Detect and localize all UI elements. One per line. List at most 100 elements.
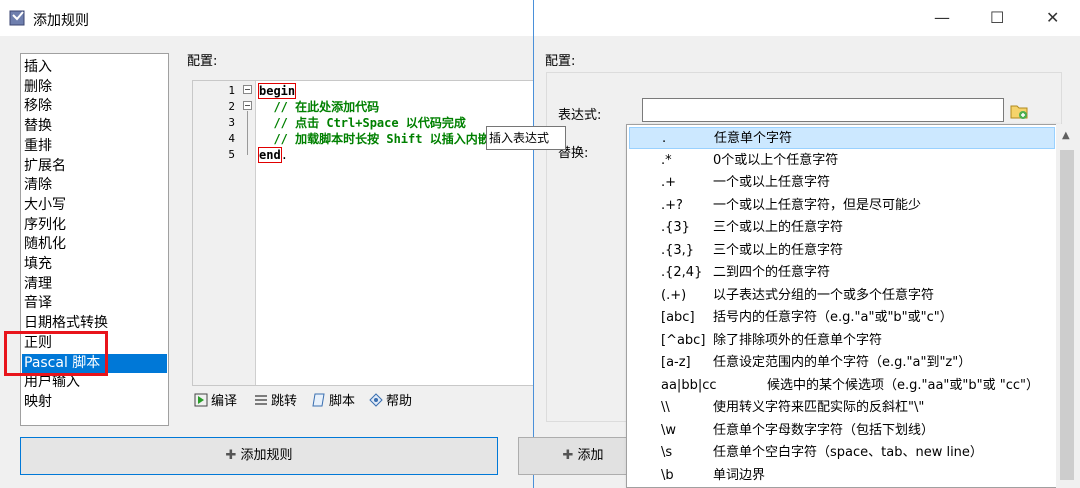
fold-toggle-icon[interactable]: [243, 85, 252, 94]
rule-item[interactable]: 扩展名: [24, 157, 66, 176]
regex-pattern: (.+): [661, 287, 687, 303]
regex-pattern: [abc]: [661, 310, 695, 325]
regex-description: 任意单个空白字符（space、tab、new line）: [713, 445, 983, 460]
line-number: 5: [228, 148, 235, 161]
regex-description: 单词边界: [713, 467, 766, 483]
fold-line: [247, 111, 248, 155]
keyword: end: [258, 147, 282, 163]
scroll-up-icon[interactable]: ▲: [1062, 130, 1070, 141]
regex-menu-item[interactable]: [^abc] 除了排除项外的任意单个字符: [629, 330, 1055, 352]
regex-description: 三个或以上的任意字符: [713, 242, 844, 258]
scrollbar-thumb[interactable]: [1060, 150, 1074, 480]
config-label-right: 配置:: [545, 54, 576, 69]
plus-icon: ✚: [562, 448, 574, 463]
rule-item[interactable]: 序列化: [24, 216, 66, 235]
code-line: begin: [257, 83, 297, 99]
regex-menu-item[interactable]: \w 任意单个字母数字字符（包括下划线）: [629, 420, 1055, 442]
help-button[interactable]: 帮助: [369, 392, 412, 412]
title-bar: 添加规则: [0, 0, 533, 36]
regex-menu-item[interactable]: aa|bb|cc 候选中的某个候选项（e.g."aa"或"b"或 "cc"）: [629, 375, 1055, 397]
line-number: 3: [228, 116, 235, 129]
regex-description: 任意设定范围内的单个字符（e.g."a"到"z"）: [713, 355, 972, 370]
line-number: 1: [228, 84, 235, 97]
regex-description: 0个或以上个任意字符: [713, 152, 839, 168]
rule-item[interactable]: 清除: [24, 176, 52, 195]
line-number: 2: [228, 100, 235, 113]
rule-item[interactable]: 音译: [24, 294, 52, 313]
rule-item[interactable]: 删除: [24, 78, 52, 97]
rule-item[interactable]: 重排: [24, 137, 52, 156]
regex-description: 以子表达式分组的一个或多个任意字符: [713, 287, 935, 303]
rule-item[interactable]: 映射: [24, 393, 52, 412]
regex-description: 括号内的任意字符（e.g."a"或"b"或"c"）: [713, 310, 953, 325]
regex-menu-item[interactable]: \s 任意单个空白字符（space、tab、new line）: [629, 442, 1055, 464]
maximize-icon[interactable]: ☐: [990, 8, 1004, 27]
regex-menu-item[interactable]: .* 0个或以上个任意字符: [629, 150, 1055, 172]
expression-input[interactable]: [642, 98, 1004, 122]
regex-pattern: .: [662, 131, 667, 146]
expression-label: 表达式:: [558, 108, 602, 123]
code-comment: // 点击 Ctrl+Space 以代码完成: [259, 116, 466, 130]
regex-menu-item[interactable]: .+? 一个或以上任意字符，但是尽可能少: [629, 195, 1055, 217]
minimize-icon[interactable]: —: [934, 8, 950, 27]
rule-item[interactable]: 清理: [24, 275, 52, 294]
add-rule-button[interactable]: ✚ 添加规则: [20, 437, 498, 475]
tooltip: 插入表达式: [486, 126, 566, 150]
help-icon: [369, 393, 383, 407]
regex-description: 三个或以上的任意字符: [713, 220, 844, 235]
regex-description: 一个或以上任意字符，但是尽可能少: [713, 197, 922, 213]
regex-pattern: [^abc]: [661, 332, 706, 348]
rule-item[interactable]: 大小写: [24, 196, 66, 215]
regex-menu-item[interactable]: .{3,} 三个或以上的任意字符: [629, 240, 1055, 262]
line-number: 4: [228, 132, 235, 145]
title-bar-right: — ☐ ✕: [534, 0, 1080, 36]
regex-pattern: aa|bb|cc: [661, 377, 717, 393]
code-comment: // 在此处添加代码: [259, 100, 380, 114]
regex-menu-item[interactable]: [a-z] 任意设定范围内的单个字符（e.g."a"到"z"）: [629, 352, 1055, 374]
rule-item[interactable]: 插入: [24, 58, 52, 77]
plus-icon: ✚: [225, 448, 237, 463]
regex-menu-item[interactable]: .+ 一个或以上任意字符: [629, 172, 1055, 194]
config-label: 配置:: [187, 54, 218, 69]
close-icon[interactable]: ✕: [1046, 8, 1059, 27]
regex-menu-item[interactable]: .{3} 三个或以上的任意字符: [629, 217, 1055, 239]
rule-item[interactable]: 填充: [24, 255, 52, 274]
regex-pattern: .{3}: [661, 220, 690, 235]
regex-menu-item[interactable]: .{2,4} 二到四个的任意字符: [629, 262, 1055, 284]
script-menu-button[interactable]: 脚本: [312, 392, 355, 412]
regex-pattern: \\: [661, 400, 670, 415]
code-text: .: [280, 148, 288, 162]
regex-pattern: \b: [661, 467, 674, 483]
goto-button[interactable]: 跳转: [254, 392, 297, 412]
regex-description: 任意单个字符: [714, 131, 793, 146]
keyword: begin: [257, 83, 297, 99]
rule-item[interactable]: 移除: [24, 97, 52, 116]
regex-menu-item[interactable]: \b 单词边界: [629, 465, 1055, 487]
regex-description: 除了排除项外的任意单个字符: [713, 332, 883, 348]
regex-pattern: .{3,}: [661, 242, 695, 258]
code-comment: // 加载脚本时长按 Shift 以插入内嵌: [259, 132, 490, 146]
regex-description: 任意单个字母数字字符（包括下划线）: [713, 422, 935, 438]
fold-toggle-icon[interactable]: [243, 101, 252, 110]
regex-description: 使用转义字符来匹配实际的反斜杠"\": [713, 400, 925, 415]
code-line: // 在此处添加代码: [259, 99, 379, 115]
regex-pattern: [a-z]: [661, 355, 691, 370]
window-title: 添加规则: [33, 13, 89, 29]
highlight-annotation-box: [4, 331, 108, 376]
code-line: end.: [258, 147, 288, 163]
regex-pattern: .{2,4}: [661, 265, 703, 280]
list-icon: [255, 395, 267, 405]
insert-expression-icon[interactable]: [1008, 100, 1030, 122]
regex-menu-item[interactable]: (.+) 以子表达式分组的一个或多个任意字符: [629, 285, 1055, 307]
script-icon: [312, 393, 325, 407]
regex-description: 一个或以上任意字符: [713, 175, 831, 190]
rule-item[interactable]: 替换: [24, 117, 52, 136]
rule-item[interactable]: 用户输入: [24, 373, 80, 392]
regex-menu-item[interactable]: \\ 使用转义字符来匹配实际的反斜杠"\": [629, 397, 1055, 419]
compile-button[interactable]: 编译: [194, 392, 237, 412]
rule-item[interactable]: 随机化: [24, 235, 66, 254]
regex-pattern: \w: [661, 422, 677, 438]
regex-menu-item[interactable]: [abc] 括号内的任意字符（e.g."a"或"b"或"c"）: [629, 307, 1055, 329]
regex-menu-item[interactable]: . 任意单个字符: [629, 127, 1055, 149]
regex-insert-menu: . 任意单个字符 .* 0个或以上个任意字符 .+ 一个或以上任意字符 .+? 一个或以上任意…: [626, 124, 1058, 488]
